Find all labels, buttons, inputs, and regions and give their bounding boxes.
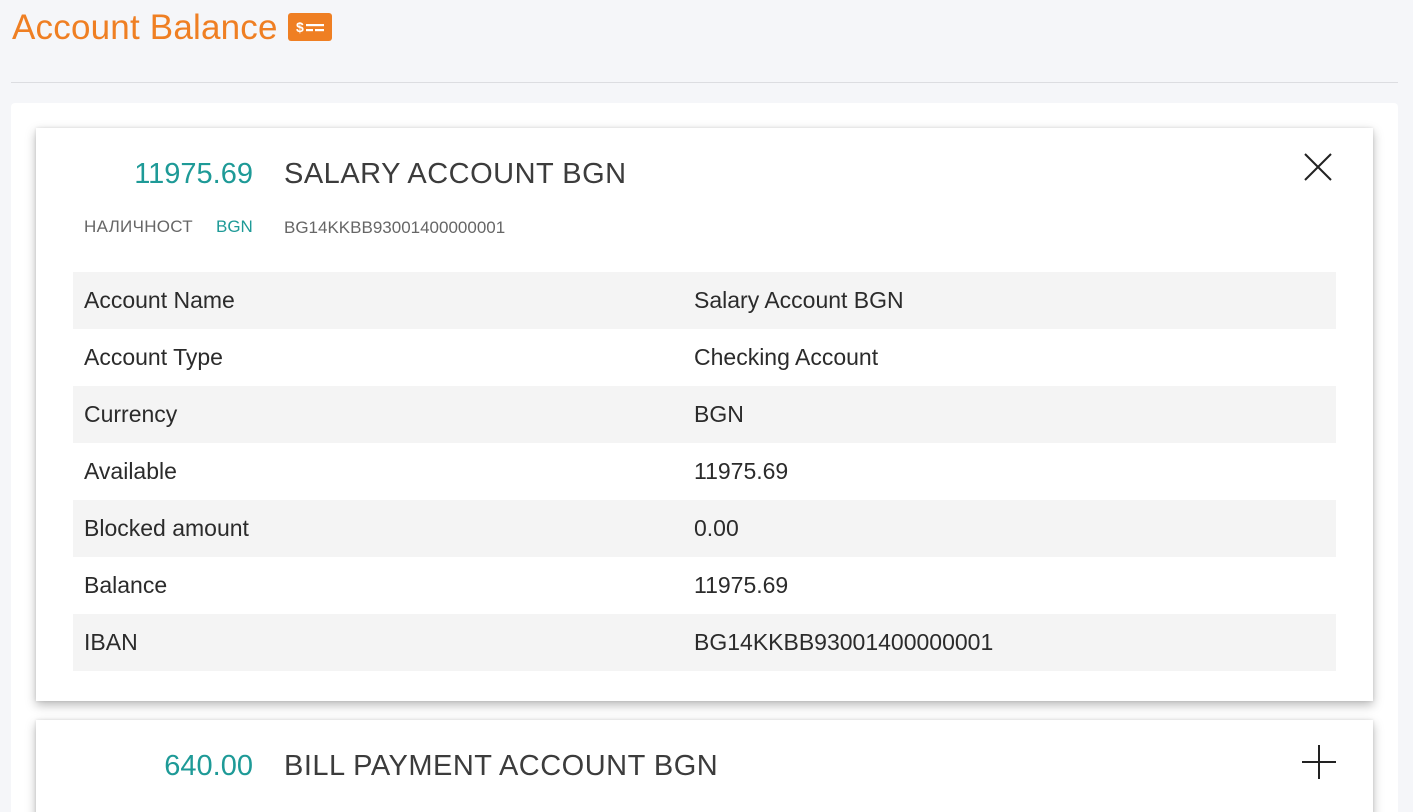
collapse-button[interactable] xyxy=(1301,150,1335,184)
detail-value: Salary Account BGN xyxy=(694,287,904,313)
header-divider xyxy=(11,82,1398,83)
detail-value: Checking Account xyxy=(694,344,879,370)
detail-value: 11975.69 xyxy=(694,572,789,598)
detail-label: Balance xyxy=(84,572,168,598)
table-row: IBAN BG14KKBB93001400000001 xyxy=(73,614,1336,671)
detail-label: Account Type xyxy=(84,344,223,370)
table-row: Balance 11975.69 xyxy=(73,557,1336,614)
detail-label: Available xyxy=(84,458,177,484)
account-currency: BGN xyxy=(216,217,253,236)
svg-text:$: $ xyxy=(296,19,304,35)
plus-icon xyxy=(1302,745,1336,779)
account-card: 640.00 BILL PAYMENT ACCOUNT BGN xyxy=(36,720,1373,812)
account-details-table: Account Name Salary Account BGN Account … xyxy=(73,272,1336,671)
account-amount: 640.00 xyxy=(164,750,253,782)
detail-label: Account Name xyxy=(84,287,235,313)
table-row: Blocked amount 0.00 xyxy=(73,500,1336,557)
table-row: Currency BGN xyxy=(73,386,1336,443)
detail-label: Blocked amount xyxy=(84,515,249,541)
account-card: 11975.69 SALARY ACCOUNT BGN НАЛИЧНОСТ BG… xyxy=(36,128,1373,701)
account-name[interactable]: BILL PAYMENT ACCOUNT BGN xyxy=(284,750,718,783)
table-row: Account Type Checking Account xyxy=(73,329,1336,386)
table-row: Available 11975.69 xyxy=(73,443,1336,500)
detail-label: Currency xyxy=(84,401,178,427)
expand-button[interactable] xyxy=(1299,742,1339,782)
account-status-label: НАЛИЧНОСТ xyxy=(84,217,193,236)
account-iban: BG14KKBB93001400000001 xyxy=(284,218,506,237)
detail-value: BG14KKBB93001400000001 xyxy=(694,629,994,655)
detail-value: 11975.69 xyxy=(694,458,789,484)
account-name[interactable]: SALARY ACCOUNT BGN xyxy=(284,158,627,191)
table-row: Account Name Salary Account BGN xyxy=(73,272,1336,329)
detail-value: BGN xyxy=(694,401,744,427)
account-amount: 11975.69 xyxy=(134,158,253,190)
page-title: Account Balance xyxy=(12,8,278,47)
detail-value: 0.00 xyxy=(694,515,739,541)
close-icon xyxy=(1304,153,1332,181)
detail-label: IBAN xyxy=(84,629,138,655)
money-check-icon: $ xyxy=(287,13,332,41)
page-header: Account Balance $ xyxy=(12,8,332,48)
